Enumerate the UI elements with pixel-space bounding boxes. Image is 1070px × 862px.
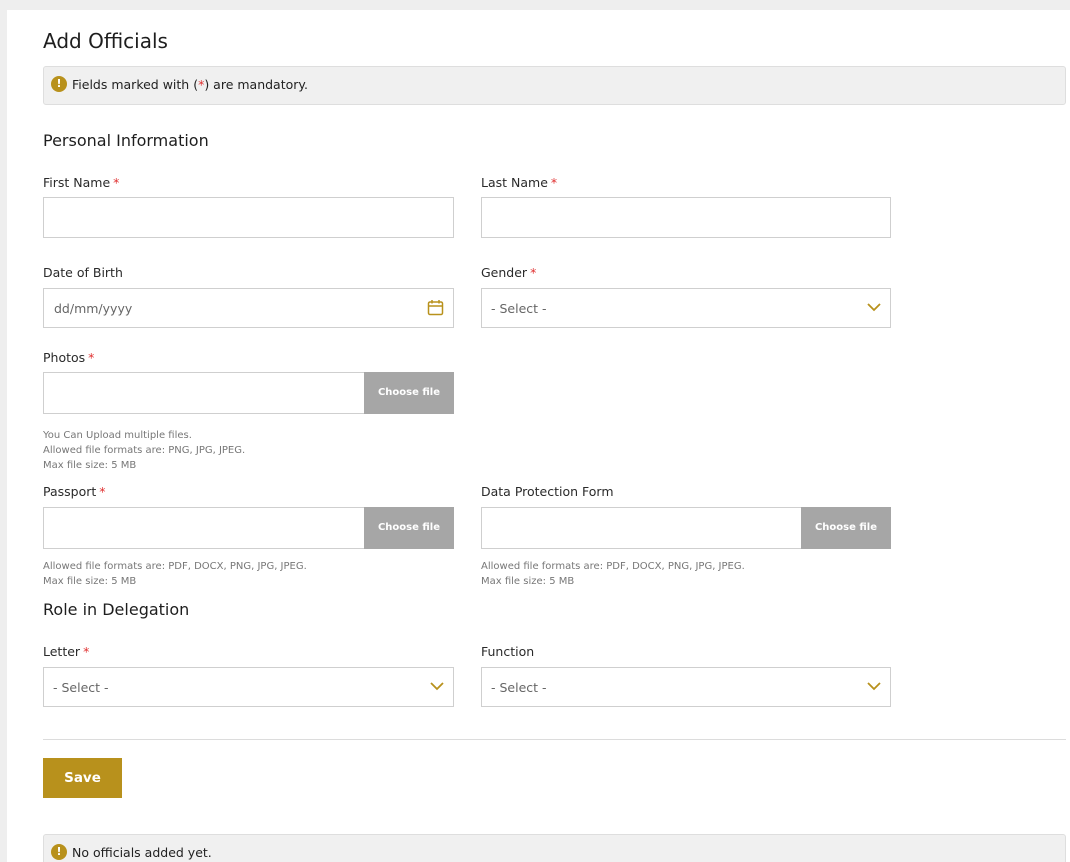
calendar-icon[interactable] <box>427 299 444 316</box>
first-name-label: First Name * <box>43 175 120 190</box>
exclamation-circle-icon: ! <box>51 76 67 92</box>
passport-label: Passport * <box>43 484 106 499</box>
function-label: Function <box>481 644 535 659</box>
dob-input[interactable]: dd/mm/yyyy <box>43 288 454 328</box>
first-name-input[interactable] <box>43 197 454 238</box>
section-title-personal: Personal Information <box>43 131 209 150</box>
data-protection-file-input[interactable]: Choose file <box>481 507 891 549</box>
empty-officials-notice: ! No officials added yet. <box>43 834 1066 862</box>
function-selected: - Select - <box>491 680 547 695</box>
letter-label: Letter * <box>43 644 90 659</box>
photos-choose-file-button[interactable]: Choose file <box>364 372 454 414</box>
letter-select[interactable]: - Select - <box>43 667 454 707</box>
form-panel: Add Officials ! Fields marked with (*) a… <box>7 10 1070 862</box>
function-select[interactable]: - Select - <box>481 667 891 707</box>
empty-officials-text: No officials added yet. <box>72 845 212 860</box>
gender-selected: - Select - <box>491 301 547 316</box>
last-name-label: Last Name * <box>481 175 558 190</box>
letter-selected: - Select - <box>53 680 109 695</box>
data-protection-choose-file-button[interactable]: Choose file <box>801 507 891 549</box>
save-button[interactable]: Save <box>43 758 122 798</box>
section-title-role: Role in Delegation <box>43 600 190 619</box>
chevron-down-icon <box>430 682 444 691</box>
photos-help: You Can Upload multiple files. Allowed f… <box>43 430 246 471</box>
dob-placeholder: dd/mm/yyyy <box>54 301 133 316</box>
last-name-input[interactable] <box>481 197 891 238</box>
chevron-down-icon <box>867 682 881 691</box>
mandatory-notice-text: Fields marked with (*) are mandatory. <box>72 77 308 92</box>
page-title: Add Officials <box>43 29 168 53</box>
mandatory-notice: ! Fields marked with (*) are mandatory. <box>43 66 1066 105</box>
passport-choose-file-button[interactable]: Choose file <box>364 507 454 549</box>
photos-label: Photos * <box>43 350 95 365</box>
dob-label: Date of Birth <box>43 265 123 280</box>
gender-label: Gender * <box>481 265 537 280</box>
passport-help: Allowed file formats are: PDF, DOCX, PNG… <box>43 561 307 587</box>
data-protection-help: Allowed file formats are: PDF, DOCX, PNG… <box>481 561 745 587</box>
photos-file-input[interactable]: Choose file <box>43 372 454 414</box>
chevron-down-icon <box>867 303 881 312</box>
exclamation-circle-icon: ! <box>51 844 67 860</box>
data-protection-label: Data Protection Form <box>481 484 614 499</box>
gender-select[interactable]: - Select - <box>481 288 891 328</box>
passport-file-input[interactable]: Choose file <box>43 507 454 549</box>
form-divider <box>43 739 1066 740</box>
